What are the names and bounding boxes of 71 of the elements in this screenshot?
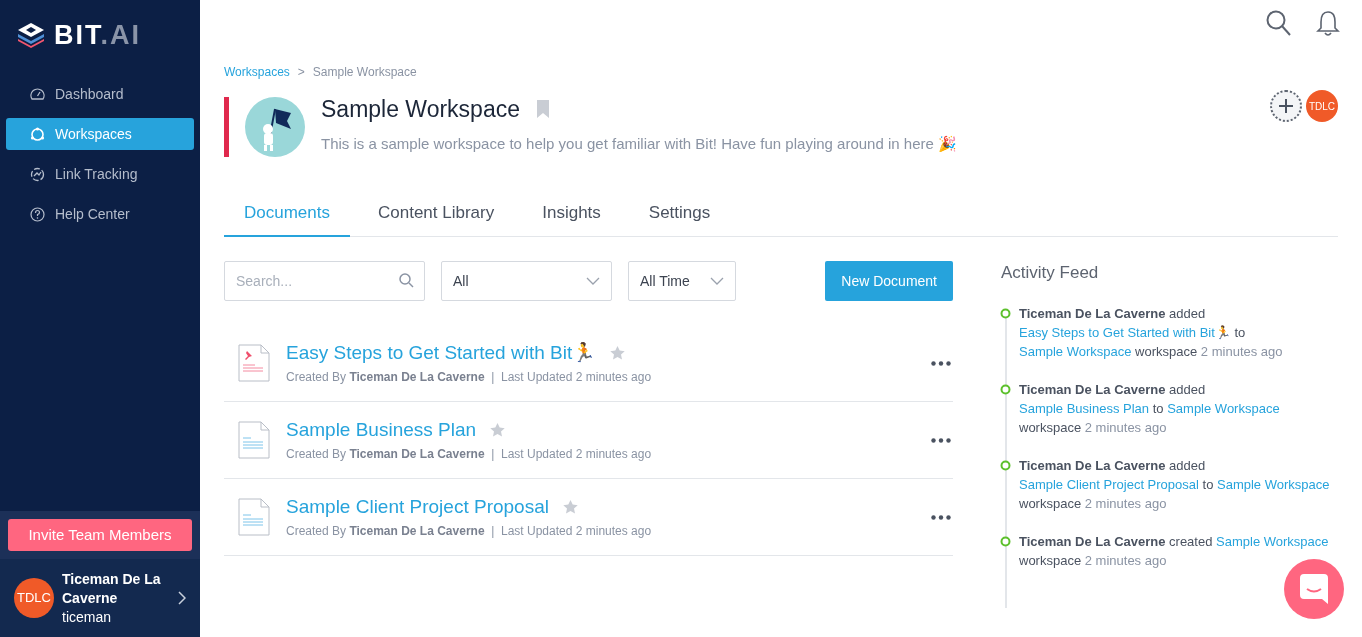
document-icon [238,498,270,536]
sidebar-item[interactable]: Dashboard [6,78,194,110]
sidebar-item[interactable]: Workspaces [6,118,194,150]
tab[interactable]: Content Library [358,191,515,237]
tab[interactable]: Documents [224,191,350,237]
workspace-title: Sample Workspace [321,95,520,123]
document-meta: Created By Ticeman De La Caverne | Last Updated 2 minutes ago [286,522,653,540]
logo-text: BIT.AI [54,21,141,49]
search-icon[interactable] [1266,10,1292,37]
activity-link[interactable]: Easy Steps to Get Started with Bit🏃 [1019,324,1231,340]
logo-icon [16,22,46,48]
star-icon[interactable] [490,422,506,437]
breadcrumb-current: Sample Workspace [312,64,417,81]
new-document-button[interactable]: New Document [825,261,953,301]
tab[interactable]: Insights [522,191,621,237]
time-dropdown[interactable]: All Time [628,261,736,301]
activity-link[interactable]: Sample Workspace [1216,533,1329,549]
activity-link[interactable]: Sample Workspace [1217,476,1330,492]
star-icon[interactable] [562,499,578,514]
chevron-down-icon [710,277,724,285]
link-tracking-icon [30,166,45,182]
activity-link[interactable]: Sample Workspace [1019,343,1132,359]
chat-button[interactable] [1284,559,1344,619]
user-handle: ticeman [62,607,113,627]
member-avatar: TDLC [1306,90,1338,122]
document-title[interactable]: Sample Client Project Proposal [286,494,549,519]
workspace-description: This is a sample workspace to help you get familiar with Bit! Have fun playing around in here 🎉 [321,134,957,154]
help-icon [30,206,45,222]
more-options-icon[interactable] [931,437,951,443]
chevron-right-icon [178,591,186,605]
breadcrumb-separator: > [297,64,305,81]
search-icon [399,273,414,288]
document-title[interactable]: Sample Business Plan [286,417,477,442]
user-avatar: TDLC [14,578,54,618]
activity-link[interactable]: Sample Client Project Proposal [1019,476,1199,492]
activity-entry: Ticeman De La Caverne created Sample Workspace workspace 2 minutes ago [1019,532,1330,570]
gauge-icon [30,87,45,101]
chat-icon [1300,574,1328,604]
user-panel[interactable]: TDLC Ticeman De La Caverne ticeman [0,559,200,637]
add-member-button[interactable] [1270,90,1302,122]
chevron-down-icon [586,277,600,285]
astronaut-avatar [245,97,305,157]
activity-link[interactable]: Sample Business Plan [1019,400,1150,416]
breadcrumb-link[interactable]: Workspaces [224,63,290,81]
document-meta: Created By Ticeman De La Caverne | Last Updated 2 minutes ago [286,368,653,386]
activity-entry: Ticeman De La Caverne added Easy Steps to Get Started with Bit🏃 to Sample Workspace workspace 2 minutes ago [1019,304,1284,361]
workspace-icon [30,126,45,142]
timeline-dot-icon [1000,535,1011,547]
activity-feed-title: Activity Feed [1001,262,1100,284]
accent-bar [224,97,229,157]
timeline-dot-icon [1000,383,1011,395]
type-dropdown[interactable]: All [441,261,612,301]
activity-link[interactable]: Sample Workspace [1167,400,1280,416]
document-title[interactable]: Easy Steps to Get Started with Bit🏃 [286,340,597,365]
more-options-icon[interactable] [931,514,951,520]
bell-icon[interactable] [1316,10,1340,37]
star-icon[interactable] [610,345,626,360]
document-meta: Created By Ticeman De La Caverne | Last Updated 2 minutes ago [286,445,653,463]
sidebar-item[interactable]: Help Center [6,198,194,230]
document-icon [238,421,270,459]
pinned-document-icon [238,344,270,382]
tab[interactable]: Settings [628,191,731,237]
timeline-dot-icon [1000,307,1011,319]
sidebar-item[interactable]: Link Tracking [6,158,194,190]
invite-button[interactable]: Invite Team Members [8,519,192,551]
search-field[interactable]: Search... [224,261,425,301]
activity-entry: Ticeman De La Caverne added Sample Business Plan to Sample Workspace workspace 2 minutes ago [1019,380,1281,437]
more-options-icon[interactable] [931,360,951,366]
activity-entry: Ticeman De La Caverne added Sample Client Project Proposal to Sample Workspace workspace 2 minutes ago [1019,456,1331,513]
plus-icon [1279,99,1293,113]
timeline-dot-icon [1000,459,1011,471]
